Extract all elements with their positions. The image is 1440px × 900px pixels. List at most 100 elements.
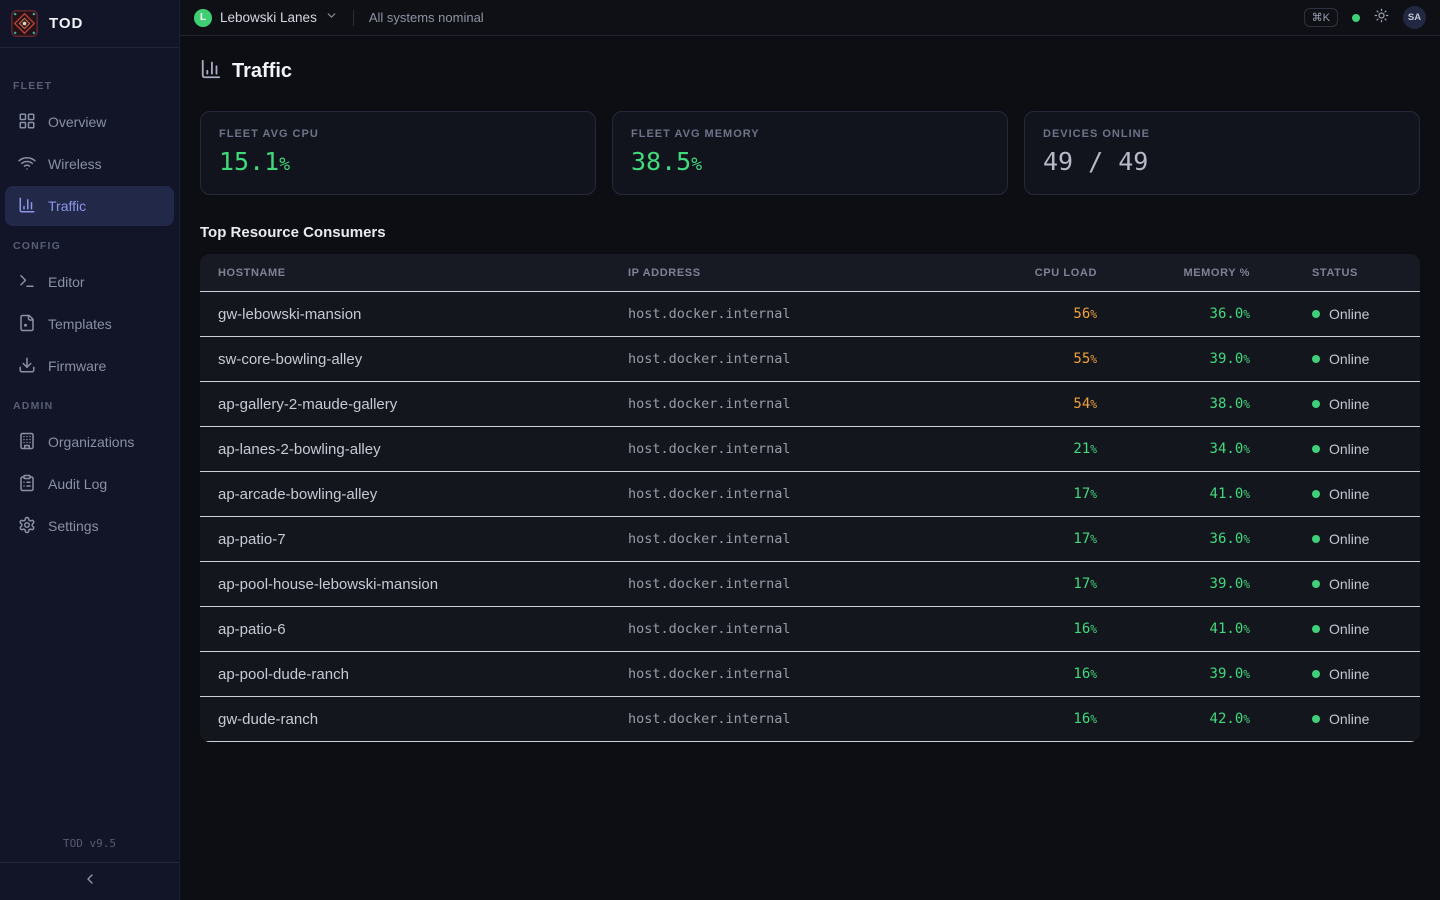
memory-cell: 36.0% (1110, 292, 1262, 337)
table-row[interactable]: ap-patio-6host.docker.internal16%41.0%On… (200, 607, 1420, 652)
online-dot (1312, 715, 1320, 723)
stat-value: 38.5% (631, 147, 989, 176)
table-title: Top Resource Consumers (200, 224, 1420, 241)
sidebar-item-label: Organizations (48, 434, 134, 450)
cpu-load-cell: 54% (970, 382, 1110, 427)
table-row[interactable]: sw-core-bowling-alleyhost.docker.interna… (200, 337, 1420, 382)
sidebar-item-audit-log[interactable]: Audit Log (5, 464, 174, 504)
status-label: Online (1329, 711, 1369, 727)
stat-value: 49 / 49 (1043, 147, 1401, 176)
ip-cell: host.docker.internal (628, 382, 970, 427)
table-row[interactable]: ap-patio-7host.docker.internal17%36.0%On… (200, 517, 1420, 562)
ip-cell: host.docker.internal (628, 337, 970, 382)
terminal-icon (18, 272, 36, 293)
status-cell: Online (1262, 652, 1420, 697)
col-ip-address: IP ADDRESS (628, 254, 970, 292)
col-cpu-load: CPU LOAD (970, 254, 1110, 292)
online-dot (1312, 625, 1320, 633)
stat-label: FLEET AVG MEMORY (631, 128, 989, 140)
app-version: TOD v9.5 (0, 837, 179, 862)
sidebar-item-overview[interactable]: Overview (5, 102, 174, 142)
status-label: Online (1329, 666, 1369, 682)
table-row[interactable]: ap-lanes-2-bowling-alleyhost.docker.inte… (200, 427, 1420, 472)
user-avatar[interactable]: SA (1403, 6, 1426, 29)
clipboard-icon (18, 474, 36, 495)
online-dot (1312, 670, 1320, 678)
cpu-load-cell: 17% (970, 472, 1110, 517)
status-label: Online (1329, 486, 1369, 502)
online-dot (1312, 355, 1320, 363)
hostname-cell: ap-pool-house-lebowski-mansion (200, 562, 628, 607)
status-label: Online (1329, 621, 1369, 637)
status-cell: Online (1262, 562, 1420, 607)
memory-cell: 41.0% (1110, 472, 1262, 517)
sidebar-item-firmware[interactable]: Firmware (5, 346, 174, 386)
col-memory: MEMORY % (1110, 254, 1262, 292)
status-cell: Online (1262, 607, 1420, 652)
ip-cell: host.docker.internal (628, 517, 970, 562)
topbar: L Lebowski Lanes All systems nominal ⌘K … (180, 0, 1440, 36)
ip-cell: host.docker.internal (628, 472, 970, 517)
app-logo-row: TOD (0, 0, 179, 48)
command-palette-button[interactable]: ⌘K (1304, 8, 1338, 27)
sidebar-item-settings[interactable]: Settings (5, 506, 174, 546)
sidebar-item-label: Settings (48, 518, 99, 534)
file-icon (18, 314, 36, 335)
org-name: Lebowski Lanes (220, 10, 317, 25)
wifi-icon (18, 154, 36, 175)
status-label: Online (1329, 396, 1369, 412)
ip-cell: host.docker.internal (628, 652, 970, 697)
hostname-cell: sw-core-bowling-alley (200, 337, 628, 382)
stat-card-devices-online: DEVICES ONLINE 49 / 49 (1024, 111, 1420, 195)
table-row[interactable]: ap-pool-dude-ranchhost.docker.internal16… (200, 652, 1420, 697)
sidebar-item-label: Audit Log (48, 476, 107, 492)
table-row[interactable]: ap-gallery-2-maude-galleryhost.docker.in… (200, 382, 1420, 427)
sidebar-item-label: Overview (48, 114, 106, 130)
hostname-cell: ap-arcade-bowling-alley (200, 472, 628, 517)
online-dot (1312, 445, 1320, 453)
sidebar-collapse-button[interactable] (0, 862, 179, 900)
status-label: Online (1329, 351, 1369, 367)
sidebar-item-label: Traffic (48, 198, 86, 214)
resource-table-body: gw-lebowski-mansionhost.docker.internal5… (200, 292, 1420, 742)
topbar-divider (353, 10, 354, 26)
stat-label: DEVICES ONLINE (1043, 128, 1401, 140)
topbar-actions: ⌘K SA (1304, 6, 1426, 29)
org-switcher[interactable]: L Lebowski Lanes (194, 9, 338, 27)
page-title: Traffic (232, 60, 292, 83)
ip-cell: host.docker.internal (628, 562, 970, 607)
online-dot (1312, 535, 1320, 543)
sidebar-footer: TOD v9.5 (0, 837, 179, 900)
table-row[interactable]: ap-arcade-bowling-alleyhost.docker.inter… (200, 472, 1420, 517)
chevron-down-icon (325, 9, 338, 27)
table-row[interactable]: gw-lebowski-mansionhost.docker.internal5… (200, 292, 1420, 337)
hostname-cell: ap-patio-6 (200, 607, 628, 652)
gear-icon (18, 516, 36, 537)
sidebar-item-wireless[interactable]: Wireless (5, 144, 174, 184)
sidebar-item-label: Templates (48, 316, 112, 332)
online-dot (1312, 310, 1320, 318)
status-cell: Online (1262, 697, 1420, 742)
stat-label: FLEET AVG CPU (219, 128, 577, 140)
memory-cell: 38.0% (1110, 382, 1262, 427)
resource-table: HOSTNAME IP ADDRESS CPU LOAD MEMORY % ST… (200, 254, 1420, 742)
theme-toggle-button[interactable] (1374, 8, 1389, 28)
nav-section-config: CONFIG (0, 240, 179, 252)
col-hostname: HOSTNAME (200, 254, 628, 292)
hostname-cell: ap-gallery-2-maude-gallery (200, 382, 628, 427)
hostname-cell: gw-lebowski-mansion (200, 292, 628, 337)
table-row[interactable]: ap-pool-house-lebowski-mansionhost.docke… (200, 562, 1420, 607)
table-row[interactable]: gw-dude-ranchhost.docker.internal16%42.0… (200, 697, 1420, 742)
cpu-load-cell: 17% (970, 517, 1110, 562)
page-content: Traffic FLEET AVG CPU 15.1% FLEET AVG ME… (180, 36, 1440, 742)
status-label: Online (1329, 306, 1369, 322)
sidebar-item-templates[interactable]: Templates (5, 304, 174, 344)
memory-cell: 39.0% (1110, 652, 1262, 697)
nav-section-fleet: FLEET (0, 80, 179, 92)
memory-cell: 39.0% (1110, 562, 1262, 607)
col-status: STATUS (1262, 254, 1420, 292)
connection-status-dot (1352, 14, 1360, 22)
sidebar-item-organizations[interactable]: Organizations (5, 422, 174, 462)
sidebar-item-editor[interactable]: Editor (5, 262, 174, 302)
sidebar-item-traffic[interactable]: Traffic (5, 186, 174, 226)
